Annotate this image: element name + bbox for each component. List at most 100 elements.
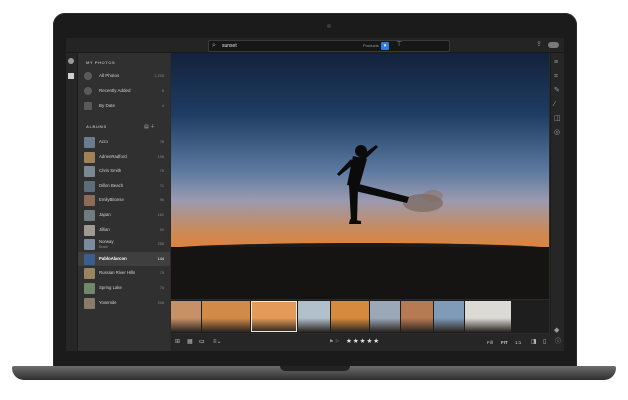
albums-heading: ALBUMS [86, 124, 107, 129]
fit-button[interactable]: FIT [501, 339, 508, 346]
sidebar-item-recently-added[interactable]: Recently Added 6 [78, 84, 170, 98]
radial-icon[interactable]: ◫ [554, 115, 561, 123]
sidebar-item-album[interactable]: EmilyBitonse 96 [78, 193, 170, 208]
main-photo[interactable] [171, 53, 549, 299]
edit-tools: ≡ ⌗ ✎ ⁄ ◫ ◎ ◆ [550, 53, 564, 351]
info-icon[interactable]: ⓘ [555, 338, 561, 346]
filmstrip-thumbnail[interactable] [465, 301, 511, 332]
album-thumbnail [84, 239, 95, 251]
sidebar-item-album[interactable]: AdrienRadford 198 [78, 150, 170, 165]
album-label: Dillon Beach [99, 182, 124, 188]
add-photos-icon[interactable] [68, 58, 74, 64]
album-count: 76 [159, 169, 164, 174]
clock-icon [84, 87, 92, 95]
sidebar-item-album[interactable]: Russian River Hills 75 [78, 266, 170, 281]
sidebar-item-album[interactable]: Yosemite 206 [78, 296, 170, 311]
sidebar-item-album[interactable]: Acro 78 [78, 135, 170, 150]
bottom-toolbar: ⊞ ▦ ▭ ≡⌄ ⚑ ⚐ ★★★★★ Fill FIT 1:1 ◨ ▯ ⓘ [171, 334, 564, 351]
album-thumbnail [84, 151, 95, 163]
album-count: 76 [159, 286, 164, 290]
add-album-icon[interactable]: ＋ [150, 124, 155, 130]
album-sublabel: Beach [99, 245, 109, 250]
compare-icon[interactable]: ◨ [531, 338, 537, 346]
sidebar-item-label: By Date [99, 103, 116, 108]
sidebar: MY PHOTOS All Photos 1,155 Recently Adde… [78, 53, 170, 351]
album-thumbnail [84, 283, 95, 294]
sidebar-item-count: 6 [161, 88, 164, 93]
album-label: Jillian [99, 226, 110, 232]
search-icon: ⌕ [212, 42, 216, 49]
kicking-person-silhouette [337, 145, 443, 224]
grid-view-icon[interactable]: ⊞ [175, 338, 180, 346]
panel-icon[interactable]: ▯ [543, 338, 546, 346]
crop-icon[interactable]: ⌗ [554, 73, 558, 81]
album-thumbnail [84, 253, 95, 265]
filmstrip-thumbnail[interactable] [434, 301, 464, 332]
album-count: 71 [159, 183, 164, 188]
album-count: 161 [157, 213, 164, 217]
sidebar-item-by-date[interactable]: By Date 4 [78, 99, 170, 113]
products-label: Products [363, 43, 379, 48]
search-bar[interactable]: ⌕ sunset Products ▾ [208, 40, 450, 52]
sidebar-item-album[interactable]: Jillian 90 [78, 223, 170, 238]
filmstrip-thumbnail[interactable] [298, 301, 330, 332]
webcam [327, 24, 331, 28]
filmstrip-thumbnail[interactable] [251, 301, 297, 332]
sidebar-item-count: 1,155 [153, 73, 164, 78]
filmstrip-thumbnail[interactable] [331, 301, 369, 332]
filmstrip-thumbnail[interactable] [370, 301, 400, 332]
album-label: Yosemite [99, 299, 117, 305]
sidebar-item-album[interactable]: Spring Lake 76 [78, 281, 170, 296]
album-label: AdrienRadford [99, 153, 127, 159]
album-count: 96 [159, 198, 164, 203]
products-dropdown[interactable]: ▾ [381, 42, 389, 50]
filmstrip-thumbnail[interactable] [171, 301, 201, 332]
album-label: Chris Smith [99, 168, 122, 174]
search-input[interactable]: sunset [222, 41, 237, 51]
album-thumbnail [84, 268, 95, 280]
album-count: 78 [159, 140, 164, 144]
filmstrip-thumbnail[interactable] [401, 301, 433, 332]
sidebar-item-album[interactable]: Dillon Beach 71 [78, 179, 170, 194]
brush-icon[interactable]: ✎ [554, 87, 560, 95]
album-thumbnail [84, 210, 95, 221]
sidebar-item-album[interactable]: PabloAlarcon 144 [78, 251, 170, 267]
album-label: PabloAlarcon [99, 255, 127, 261]
sidebar-item-all-photos[interactable]: All Photos 1,155 [78, 69, 170, 83]
one-to-one-button[interactable]: 1:1 [515, 339, 521, 346]
album-thumbnail [84, 180, 95, 192]
cloud-sync-icon[interactable] [548, 42, 559, 48]
square-grid-icon[interactable]: ▦ [187, 338, 193, 346]
fill-button[interactable]: Fill [487, 339, 493, 346]
album-thumbnail [84, 297, 95, 309]
sidebar-item-count: 4 [161, 103, 164, 108]
filmstrip [171, 300, 549, 333]
star-rating[interactable]: ★★★★★ [346, 338, 380, 346]
album-thumbnail [84, 137, 95, 148]
album-count: 206 [157, 300, 164, 305]
filter-icon[interactable]: ⊤ [396, 40, 402, 50]
album-count: 256 [157, 242, 164, 247]
sidebar-item-album[interactable]: Chris Smith 76 [78, 164, 170, 179]
filmstrip-thumbnail[interactable] [202, 301, 250, 332]
left-rail [66, 53, 78, 351]
flag-buttons[interactable]: ⚑ ⚐ [329, 338, 339, 346]
gradient-icon[interactable]: ⁄ [554, 101, 555, 109]
detail-view-icon[interactable]: ▭ [199, 338, 205, 346]
heal-icon[interactable]: ◎ [554, 129, 560, 137]
sidebar-item-album[interactable]: Norway 256 Beach [78, 237, 170, 252]
share-icon[interactable]: ⇪ [536, 40, 542, 50]
album-thumbnail [84, 224, 95, 236]
sidebar-item-label: All Photos [99, 73, 120, 78]
sort-icon[interactable]: ≡⌄ [213, 338, 222, 346]
album-label: Acro [99, 139, 108, 144]
sliders-icon[interactable]: ≡ [554, 59, 558, 67]
album-thumbnail [84, 195, 95, 207]
library-icon[interactable] [68, 73, 74, 79]
album-view-icon[interactable]: ▤ [144, 124, 149, 130]
top-bar: ⌕ sunset Products ▾ ⊤ ⇪ [66, 38, 564, 53]
sidebar-item-album[interactable]: Japan 161 [78, 208, 170, 223]
album-label: EmilyBitonse [99, 197, 124, 203]
my-photos-heading: MY PHOTOS [86, 60, 116, 65]
sidebar-item-label: Recently Added [99, 88, 131, 93]
